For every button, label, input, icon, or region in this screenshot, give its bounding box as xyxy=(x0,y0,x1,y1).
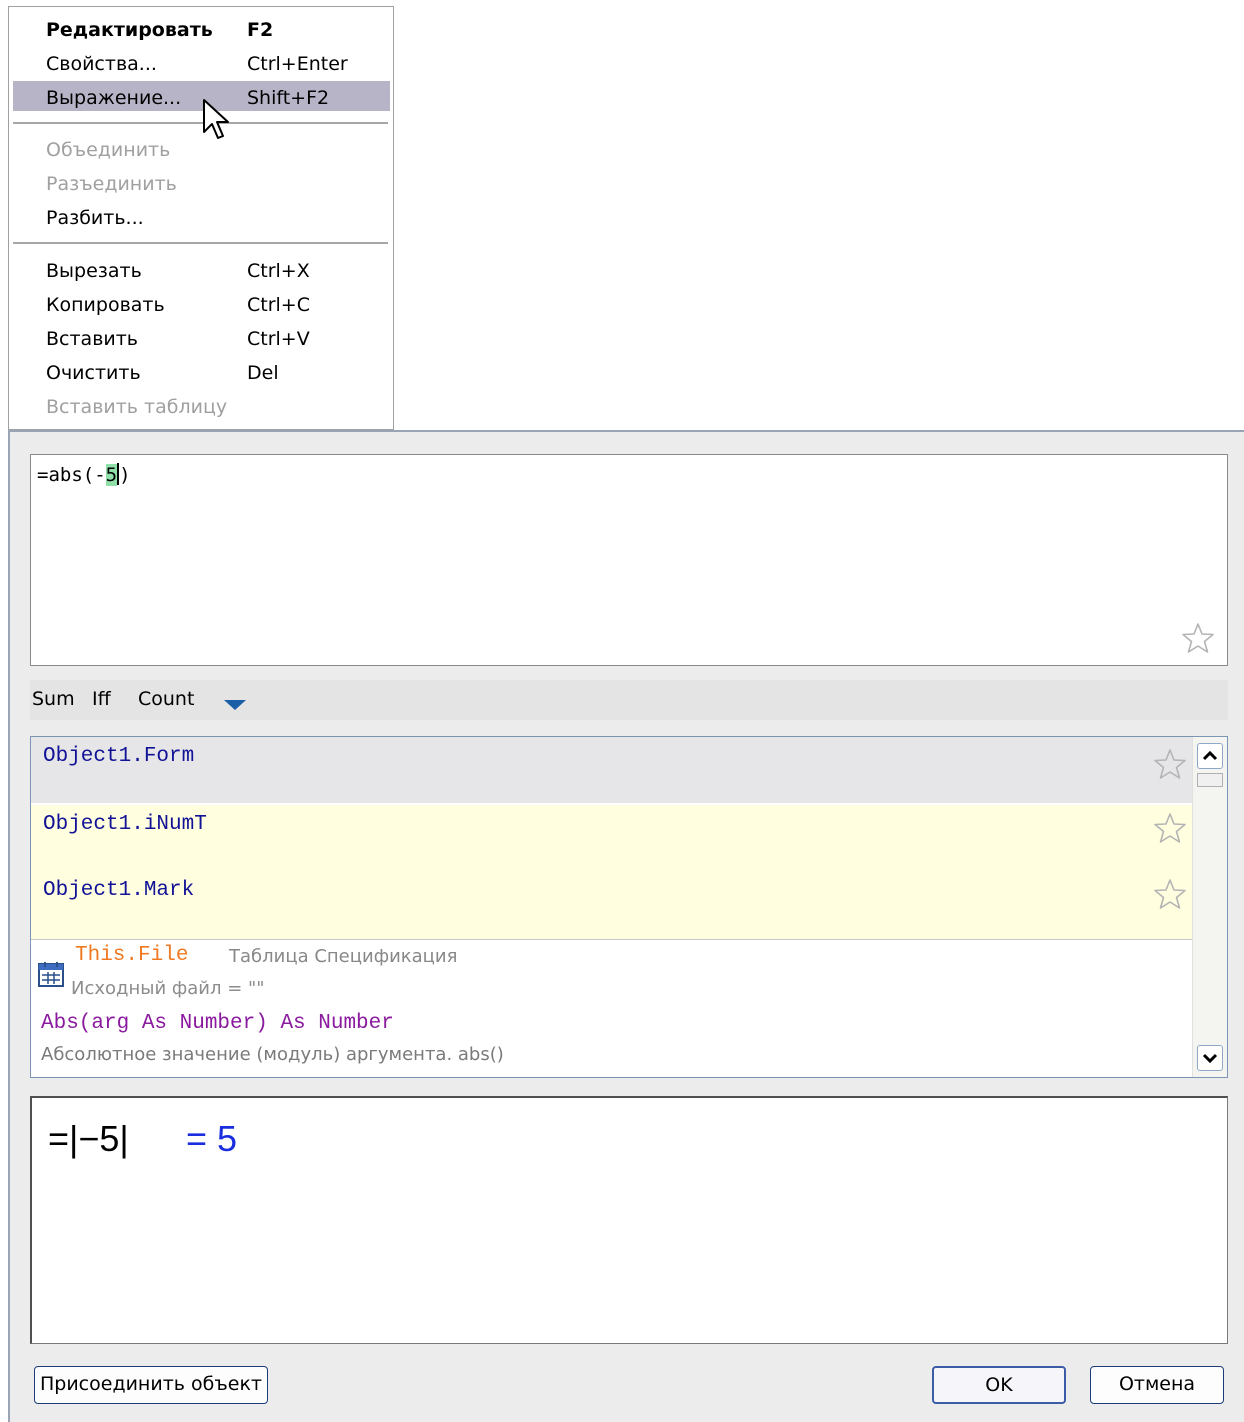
expression-suffix: ) xyxy=(119,464,131,486)
hint-panel: This.File Таблица Спецификация Исходный … xyxy=(31,939,1193,1077)
scroll-up-button[interactable] xyxy=(1197,743,1223,769)
menu-item-shortcut: Ctrl+C xyxy=(247,294,310,316)
star-icon[interactable] xyxy=(1153,877,1187,911)
menu-item-shortcut: F2 xyxy=(247,19,274,41)
chevron-up-icon xyxy=(1202,750,1218,761)
menu-item-split[interactable]: Разбить... xyxy=(13,203,390,233)
menu-item-label: Вставить xyxy=(46,328,139,350)
list-item-label: Object1.Form xyxy=(43,745,195,768)
hint-table: Таблица Спецификация xyxy=(229,946,458,967)
cancel-button[interactable]: Отмена xyxy=(1090,1366,1224,1404)
menu-item-paste[interactable]: Вставить Ctrl+V xyxy=(13,324,390,354)
star-icon[interactable] xyxy=(1153,811,1187,845)
list-item-label: Object1.iNumT xyxy=(43,813,207,836)
menu-item-label: Вырезать xyxy=(46,260,142,282)
calendar-table-icon xyxy=(38,962,64,987)
result-expression: =|−5| xyxy=(48,1118,129,1159)
menu-item-shortcut: Ctrl+Enter xyxy=(247,53,348,75)
menu-item-shortcut: Ctrl+V xyxy=(247,328,310,350)
menu-item-label: Разъединить xyxy=(46,173,177,195)
scroll-down-button[interactable] xyxy=(1197,1045,1223,1071)
menu-separator xyxy=(13,242,388,244)
expression-highlight: 5 xyxy=(105,464,118,486)
hint-object: This.File xyxy=(75,944,189,967)
expression-dialog: =abs(-5) Sum Iff Count Object1.Form Obje… xyxy=(8,430,1244,1422)
hint-description: Абсолютное значение (модуль) аргумента. … xyxy=(41,1044,504,1065)
menu-item-label: Разбить... xyxy=(46,207,144,229)
expression-editor[interactable]: =abs(-5) xyxy=(30,454,1228,666)
menu-item-insert-table: Вставить таблицу xyxy=(13,392,390,422)
menu-item-shortcut: Shift+F2 xyxy=(247,87,330,109)
toolbar-count[interactable]: Count xyxy=(138,688,194,710)
menu-item-shortcut: Del xyxy=(247,362,279,384)
mouse-cursor-icon xyxy=(203,99,229,139)
chevron-down-icon[interactable] xyxy=(224,700,246,710)
ok-button[interactable]: OK xyxy=(932,1366,1066,1404)
list-item-label: Object1.Mark xyxy=(43,879,195,902)
menu-item-properties[interactable]: Свойства... Ctrl+Enter xyxy=(13,49,390,79)
toolbar-iff[interactable]: Iff xyxy=(92,688,111,710)
menu-item-label: Свойства... xyxy=(46,53,157,75)
chevron-down-icon xyxy=(1202,1053,1218,1064)
scroll-thumb[interactable] xyxy=(1197,773,1223,787)
expression-prefix: =abs(- xyxy=(37,464,106,486)
menu-separator xyxy=(13,122,388,124)
menu-item-label: Копировать xyxy=(46,294,165,316)
vertical-scrollbar[interactable] xyxy=(1192,737,1227,1077)
list-item[interactable]: Object1.iNumT xyxy=(31,805,1193,871)
menu-item-copy[interactable]: Копировать Ctrl+C xyxy=(13,290,390,320)
menu-item-clear[interactable]: Очистить Del xyxy=(13,358,390,388)
menu-item-unmerge: Разъединить xyxy=(13,169,390,199)
result-preview: =|−5| = 5 xyxy=(30,1096,1228,1344)
list-item[interactable]: Object1.Form xyxy=(31,737,1193,803)
function-toolbar: Sum Iff Count xyxy=(30,680,1228,720)
result-value: = 5 xyxy=(186,1118,238,1159)
menu-item-shortcut: Ctrl+X xyxy=(247,260,310,282)
menu-item-cut[interactable]: Вырезать Ctrl+X xyxy=(13,256,390,286)
favorite-star-icon[interactable] xyxy=(1181,621,1215,655)
star-icon[interactable] xyxy=(1153,747,1187,781)
menu-item-label: Редактировать xyxy=(46,19,213,41)
menu-item-label: Объединить xyxy=(46,139,171,161)
list-item[interactable]: Object1.Mark xyxy=(31,871,1193,939)
menu-item-label: Очистить xyxy=(46,362,141,384)
toolbar-sum[interactable]: Sum xyxy=(32,688,75,710)
attach-object-button[interactable]: Присоединить объект xyxy=(34,1366,268,1404)
hint-function-signature: Abs(arg As Number) As Number xyxy=(41,1012,394,1035)
expression-text[interactable]: =abs(-5) xyxy=(37,463,131,486)
hint-source: Исходный файл = "" xyxy=(71,978,265,999)
menu-item-edit[interactable]: Редактировать F2 xyxy=(13,15,390,45)
context-menu: Редактировать F2 Свойства... Ctrl+Enter … xyxy=(8,6,394,430)
menu-item-label: Вставить таблицу xyxy=(46,396,228,418)
suggestion-list: Object1.Form Object1.iNumT Object1.Mark xyxy=(30,736,1228,1078)
menu-item-label: Выражение... xyxy=(46,87,182,109)
